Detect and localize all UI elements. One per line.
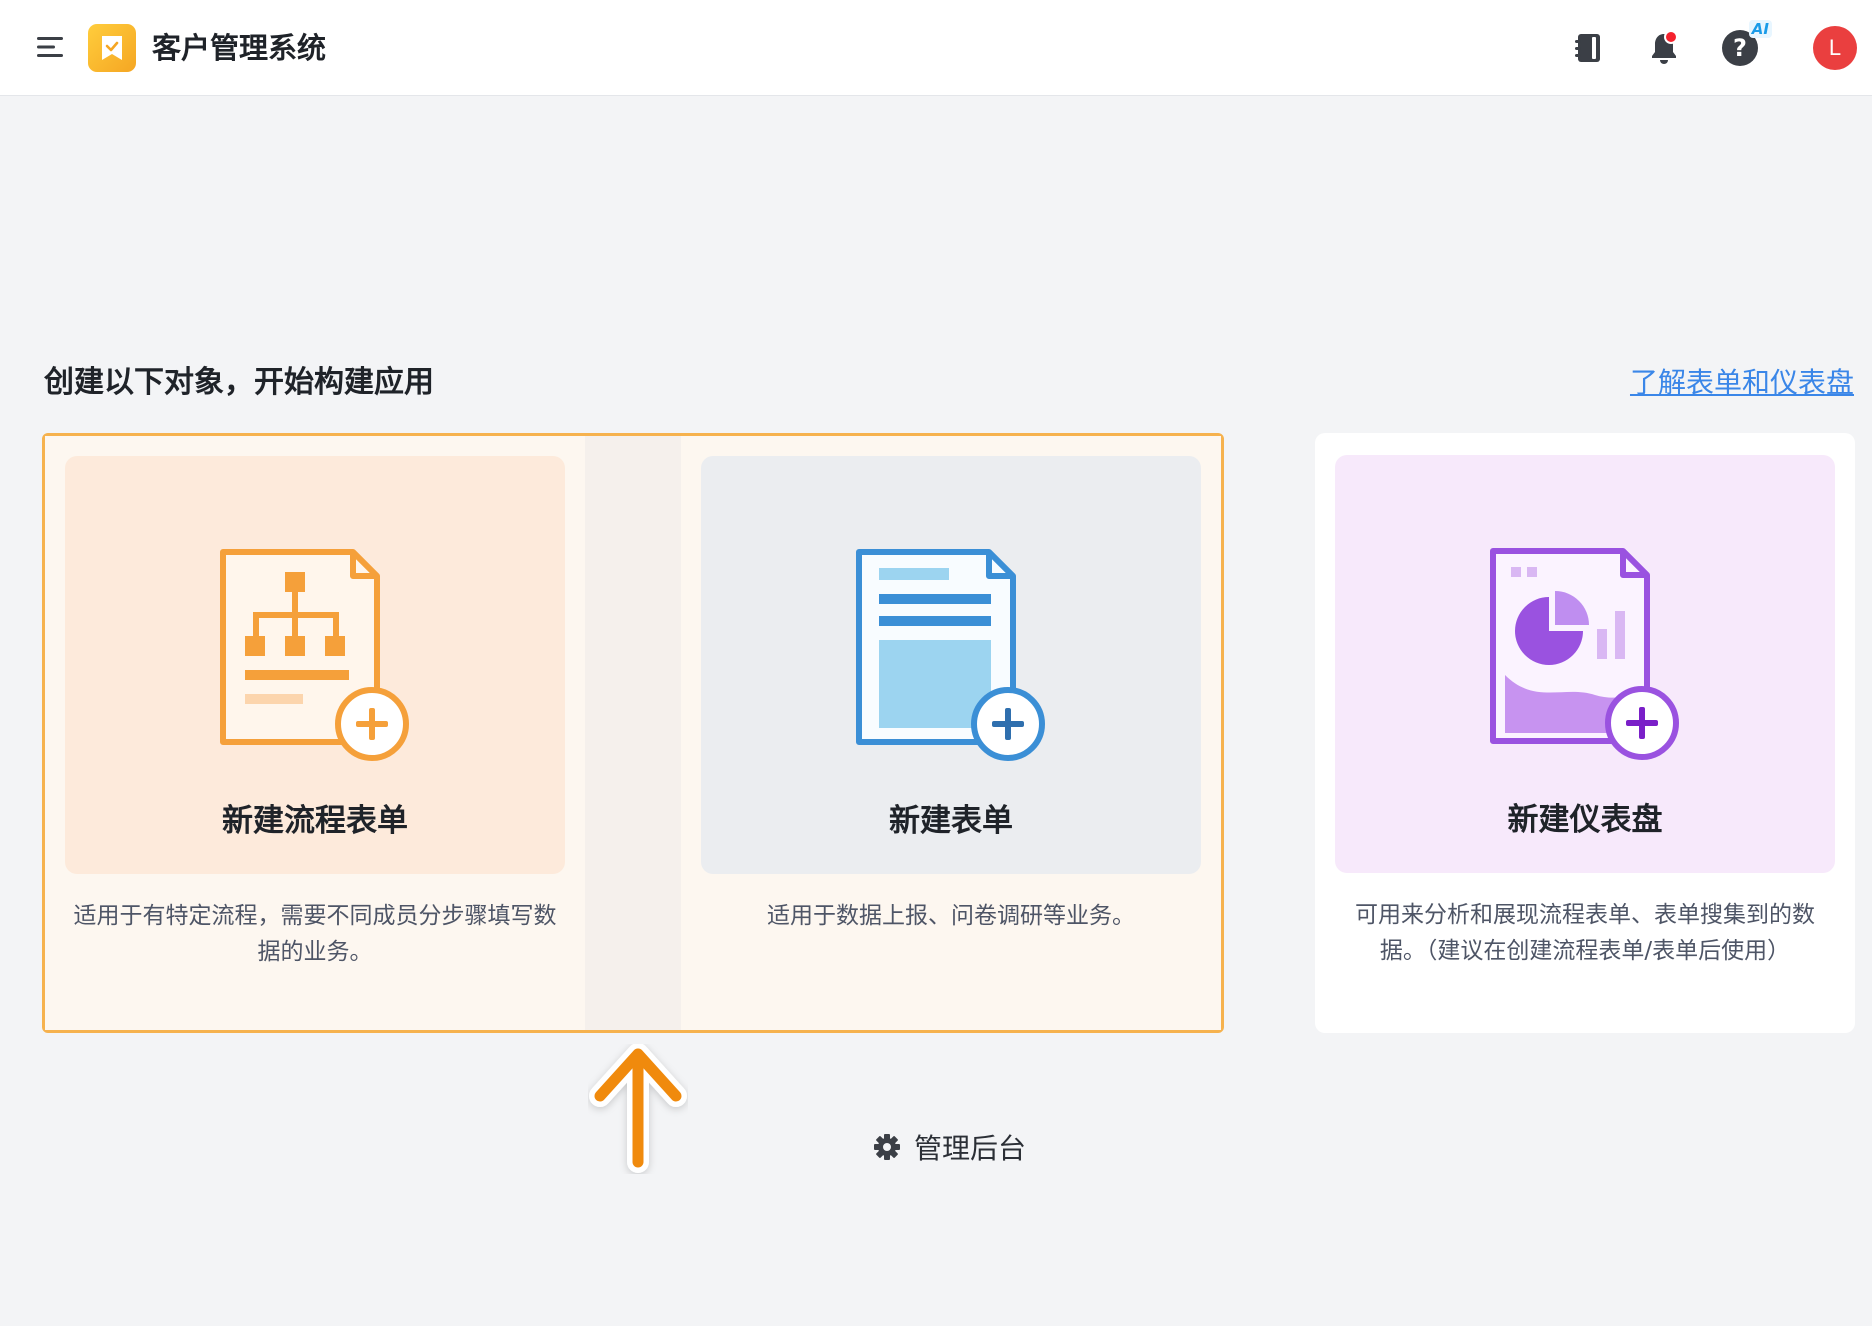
form-icon bbox=[856, 549, 1045, 761]
up-arrow-indicator bbox=[589, 1044, 687, 1173]
new-form-card[interactable]: 新建表单 适用于数据上报、问卷调研等业务。 bbox=[681, 436, 1221, 1030]
help-button[interactable]: ? AI bbox=[1716, 20, 1772, 72]
card-gap bbox=[585, 436, 681, 1030]
notification-button[interactable] bbox=[1640, 24, 1688, 72]
gear-icon bbox=[872, 1132, 902, 1162]
bookmark-check-icon bbox=[102, 36, 122, 60]
svg-text:?: ? bbox=[1733, 34, 1747, 62]
admin-console-label: 管理后台 bbox=[914, 1132, 1027, 1165]
highlighted-card-group: 新建流程表单 适用于有特定流程，需要不同成员分步骤填写数据的业务。 新建表单 适… bbox=[42, 433, 1224, 1033]
notebook-button[interactable] bbox=[1564, 24, 1612, 72]
card-illustration: 新建流程表单 bbox=[65, 456, 565, 874]
new-dashboard-card[interactable]: 新建仪表盘 可用来分析和展现流程表单、表单搜集到的数据。（建议在创建流程表单/表… bbox=[1315, 433, 1855, 1033]
new-process-form-card[interactable]: 新建流程表单 适用于有特定流程，需要不同成员分步骤填写数据的业务。 bbox=[45, 436, 585, 1030]
notification-dot bbox=[1664, 30, 1678, 44]
app-title: 客户管理系统 bbox=[152, 31, 327, 65]
card-description: 可用来分析和展现流程表单、表单搜集到的数据。（建议在创建流程表单/表单后使用） bbox=[1355, 902, 1815, 964]
hamburger-menu-icon[interactable] bbox=[32, 28, 70, 66]
card-illustration: 新建仪表盘 bbox=[1335, 455, 1835, 873]
user-avatar[interactable]: L bbox=[1813, 26, 1857, 70]
card-title: 新建仪表盘 bbox=[1507, 802, 1663, 838]
notebook-icon bbox=[1575, 34, 1600, 62]
card-title: 新建表单 bbox=[889, 803, 1013, 839]
card-description: 适用于有特定流程，需要不同成员分步骤填写数据的业务。 bbox=[73, 903, 557, 965]
dashboard-icon bbox=[1490, 548, 1679, 760]
admin-console-link[interactable]: 管理后台 bbox=[872, 1126, 1026, 1168]
ai-badge: AI bbox=[1748, 20, 1772, 38]
top-navigation-bar: 客户管理系统 ? AI L bbox=[0, 0, 1872, 96]
app-logo bbox=[88, 24, 136, 72]
process-form-icon bbox=[220, 549, 409, 761]
card-illustration: 新建表单 bbox=[701, 456, 1201, 874]
section-title: 创建以下对象，开始构建应用 bbox=[44, 365, 434, 400]
card-description: 适用于数据上报、问卷调研等业务。 bbox=[767, 903, 1135, 929]
learn-forms-dashboards-link[interactable]: 了解表单和仪表盘 bbox=[1630, 362, 1854, 404]
card-title: 新建流程表单 bbox=[222, 803, 408, 839]
